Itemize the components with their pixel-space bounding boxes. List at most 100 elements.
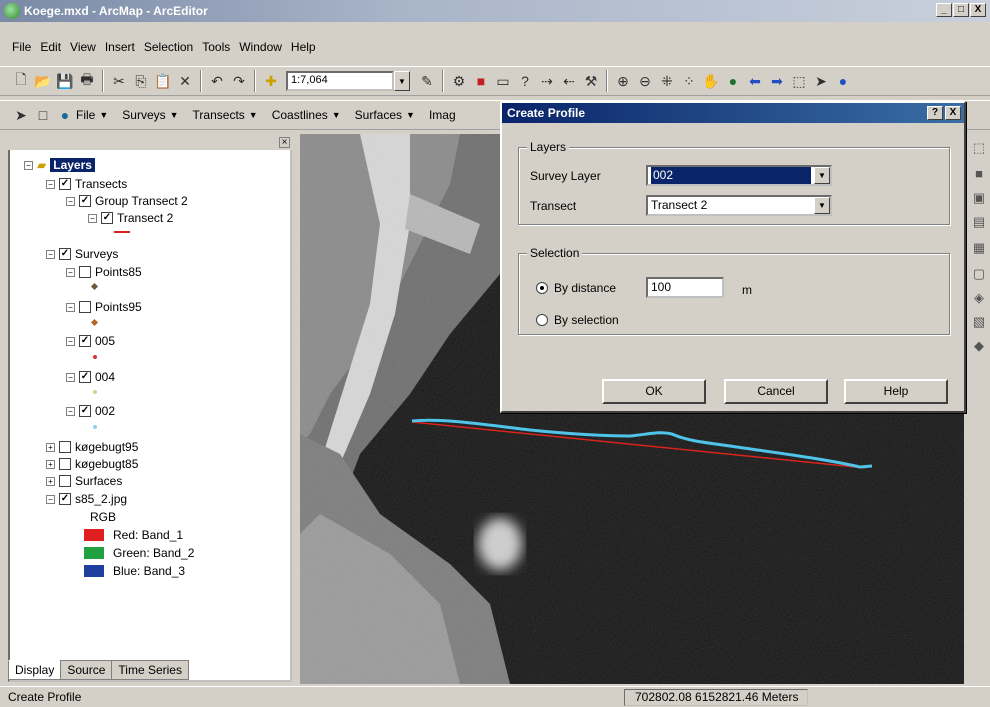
checkbox-unchecked-icon[interactable] (59, 475, 71, 487)
ok-button[interactable]: OK (602, 379, 706, 404)
editor-toolbar-icon[interactable]: ✎ (416, 70, 438, 92)
dialog-help-icon[interactable]: ? (927, 106, 943, 120)
clear-tool-icon[interactable]: ▢ (971, 266, 987, 282)
collapse-icon[interactable]: − (46, 249, 55, 259)
checkbox-checked-icon[interactable]: ✓ (101, 212, 113, 224)
toc-item-002[interactable]: − ✓ 002 (66, 404, 115, 418)
rectangle-icon[interactable]: □ (32, 104, 54, 126)
forward-arrow-icon[interactable]: ➡ (766, 70, 788, 92)
dropdown-arrow-icon[interactable]: ▼ (814, 197, 830, 214)
toc-item-004[interactable]: − ✓ 004 (66, 370, 115, 384)
toc-item-surfaces[interactable]: + Surfaces (46, 474, 122, 488)
edit-tool-icon[interactable]: ⬚ (971, 140, 987, 156)
checkbox-unchecked-icon[interactable] (79, 301, 91, 313)
checkbox-checked-icon[interactable]: ✓ (59, 178, 71, 190)
checkbox-unchecked-icon[interactable] (59, 458, 71, 470)
tb2-surveys-menu[interactable]: Surveys ▼ (122, 108, 178, 122)
whats-this-icon[interactable]: ? (514, 70, 536, 92)
split-tool-icon[interactable]: ◆ (971, 338, 987, 354)
checkbox-checked-icon[interactable]: ✓ (79, 335, 91, 347)
flow-back-icon[interactable]: ⇠ (558, 70, 580, 92)
radio-unselected-icon[interactable] (536, 314, 548, 326)
tb2-transects-menu[interactable]: Transects ▼ (193, 108, 258, 122)
transect-select[interactable]: Transect 2 ▼ (646, 195, 832, 216)
new-document-icon[interactable]: 🗋 (10, 70, 32, 92)
expand-icon[interactable]: + (46, 459, 55, 469)
survey-layer-select[interactable]: 002 ▼ (646, 165, 832, 186)
menu-insert[interactable]: Insert (105, 40, 135, 54)
back-arrow-icon[interactable]: ⬅ (744, 70, 766, 92)
select-elements-icon[interactable]: ➤ (810, 70, 832, 92)
toc-layers-root[interactable]: − ▰ Layers (24, 158, 95, 172)
checkbox-checked-icon[interactable]: ✓ (79, 371, 91, 383)
undo-icon[interactable]: ↶ (206, 70, 228, 92)
redo-icon[interactable]: ↷ (228, 70, 250, 92)
select-tool-icon[interactable]: ▦ (971, 240, 987, 256)
menu-file[interactable]: File (12, 40, 31, 54)
toc-item-transects[interactable]: − ✓ Transects (46, 177, 127, 191)
select-features-icon[interactable]: ⬚ (788, 70, 810, 92)
print-icon[interactable]: 🖶 (76, 70, 98, 92)
collapse-icon[interactable]: − (66, 302, 75, 312)
distance-input[interactable]: 100 (646, 277, 724, 298)
tab-source[interactable]: Source (60, 660, 113, 680)
tb2-surfaces-menu[interactable]: Surfaces ▼ (355, 108, 415, 122)
menu-selection[interactable]: Selection (144, 40, 193, 54)
collapse-icon[interactable]: − (66, 406, 75, 416)
save-icon[interactable]: 💾 (54, 70, 76, 92)
menu-help[interactable]: Help (291, 40, 316, 54)
collapse-icon[interactable]: − (88, 213, 97, 223)
dropdown-arrow-icon[interactable]: ▼ (814, 167, 830, 184)
checkbox-checked-icon[interactable]: ✓ (59, 248, 71, 260)
checkbox-checked-icon[interactable]: ✓ (79, 195, 91, 207)
flow-icon[interactable]: ⇢ (536, 70, 558, 92)
by-distance-radio[interactable]: By distance (536, 281, 616, 295)
maximize-button[interactable]: □ (953, 3, 969, 17)
arc-catalog-icon[interactable]: ⚙ (448, 70, 470, 92)
fixed-zoom-out-icon[interactable]: ⁘ (678, 70, 700, 92)
tab-time-series[interactable]: Time Series (111, 660, 189, 680)
open-folder-icon[interactable]: 📂 (32, 70, 54, 92)
add-data-icon[interactable]: ✚ (260, 70, 282, 92)
cancel-button[interactable]: Cancel (724, 379, 828, 404)
menu-view[interactable]: View (70, 40, 96, 54)
pan-hand-icon[interactable]: ✋ (700, 70, 722, 92)
expand-icon[interactable]: + (46, 476, 55, 486)
tab-display[interactable]: Display (8, 660, 62, 680)
command-line-icon[interactable]: ▭ (492, 70, 514, 92)
sketch-tool-icon[interactable]: ■ (971, 166, 987, 182)
layer-tool-icon[interactable]: ▣ (971, 190, 987, 206)
identify-icon[interactable]: ● (832, 70, 854, 92)
checkbox-checked-icon[interactable]: ✓ (59, 493, 71, 505)
toc-item-s85jpg[interactable]: − ✓ s85_2.jpg (46, 492, 127, 506)
toc-item-surveys[interactable]: − ✓ Surveys (46, 247, 118, 261)
delete-icon[interactable]: ✕ (174, 70, 196, 92)
merge-tool-icon[interactable]: ▧ (971, 314, 987, 330)
toc-item-group-transect[interactable]: − ✓ Group Transect 2 (66, 194, 188, 208)
paste-icon[interactable]: 📋 (152, 70, 174, 92)
menu-tools[interactable]: Tools (202, 40, 230, 54)
globe-icon[interactable]: ● (54, 104, 76, 126)
topology-tool-icon[interactable]: ◈ (971, 290, 987, 306)
by-selection-radio[interactable]: By selection (536, 313, 619, 327)
collapse-icon[interactable]: − (66, 372, 75, 382)
radio-selected-icon[interactable] (536, 282, 548, 294)
minimize-button[interactable]: _ (936, 3, 952, 17)
checkbox-unchecked-icon[interactable] (79, 266, 91, 278)
collapse-icon[interactable]: − (66, 336, 75, 346)
attribute-tool-icon[interactable]: ▤ (971, 214, 987, 230)
full-extent-icon[interactable]: ● (722, 70, 744, 92)
collapse-icon[interactable]: − (24, 160, 33, 170)
zoom-out-icon[interactable]: ⊖ (634, 70, 656, 92)
menu-window[interactable]: Window (239, 40, 282, 54)
checkbox-checked-icon[interactable]: ✓ (79, 405, 91, 417)
tb2-imagery-menu[interactable]: Imag (429, 108, 456, 122)
toc-item-005[interactable]: − ✓ 005 (66, 334, 115, 348)
tb2-file-menu[interactable]: File ▼ (76, 108, 108, 122)
toc-close-icon[interactable]: × (279, 137, 290, 148)
cut-icon[interactable]: ✂ (108, 70, 130, 92)
menu-edit[interactable]: Edit (40, 40, 61, 54)
collapse-icon[interactable]: − (66, 267, 75, 277)
dialog-close-icon[interactable]: X (945, 106, 961, 120)
checkbox-unchecked-icon[interactable] (59, 441, 71, 453)
